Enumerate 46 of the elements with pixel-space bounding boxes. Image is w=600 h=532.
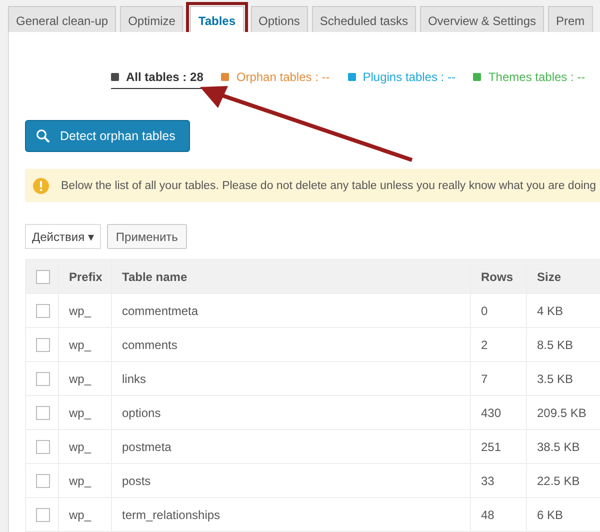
column-header: Size <box>526 260 600 294</box>
table-cell: wp_ <box>58 464 112 498</box>
filter-link[interactable]: All tables : 28 <box>111 68 204 89</box>
table-cell: postmeta <box>112 430 470 464</box>
table-cell: wp_ <box>58 362 112 396</box>
checkbox[interactable] <box>36 304 50 318</box>
table-cell: options <box>112 396 470 430</box>
checkbox[interactable] <box>36 270 50 284</box>
table-cell: 251 <box>470 430 526 464</box>
table-cell: links <box>112 362 470 396</box>
warning-icon <box>33 178 49 194</box>
table-cell: 33 <box>470 464 526 498</box>
checkbox[interactable] <box>36 440 50 454</box>
column-header: Table name <box>112 260 470 294</box>
column-header: Rows <box>470 260 526 294</box>
checkbox[interactable] <box>36 338 50 352</box>
notice-text: Below the list of all your tables. Please do not delete any table unless you really know what you are doing <box>61 180 596 192</box>
bulk-actions-dropdown[interactable]: Действия ▾ <box>25 224 101 249</box>
table-cell: 0 <box>470 294 526 328</box>
table-cell: wp_ <box>58 328 112 362</box>
search-icon <box>36 129 50 143</box>
table-cell: wp_ <box>58 498 112 532</box>
checkbox[interactable] <box>36 508 50 522</box>
table-cell: 430 <box>470 396 526 430</box>
apply-button[interactable]: Применить <box>106 224 187 249</box>
table-cell: commentmeta <box>112 294 470 328</box>
tab[interactable]: Scheduled tasks <box>312 6 416 32</box>
detect-orphan-tables-button[interactable]: Detect orphan tables <box>25 120 190 152</box>
tab[interactable]: General clean-up <box>8 6 116 32</box>
column-header: Prefix <box>58 260 112 294</box>
checkbox[interactable] <box>36 372 50 386</box>
table-cell: wp_ <box>58 396 112 430</box>
table-cell: wp_ <box>58 430 112 464</box>
checkbox[interactable] <box>36 474 50 488</box>
table-cell: wp_ <box>58 294 112 328</box>
table-cell: 7 <box>470 362 526 396</box>
table-cell: term_relationships <box>112 498 470 532</box>
table-cell: posts <box>112 464 470 498</box>
tab[interactable]: Optimize <box>120 6 184 32</box>
table-cell: 2 <box>470 328 526 362</box>
table-cell: comments <box>112 328 470 362</box>
checkbox[interactable] <box>36 406 50 420</box>
tab[interactable]: Prem <box>548 6 593 32</box>
tab[interactable]: Overview & Settings <box>420 6 544 32</box>
table-cell: 48 <box>470 498 526 532</box>
tab[interactable]: Options <box>250 6 308 32</box>
